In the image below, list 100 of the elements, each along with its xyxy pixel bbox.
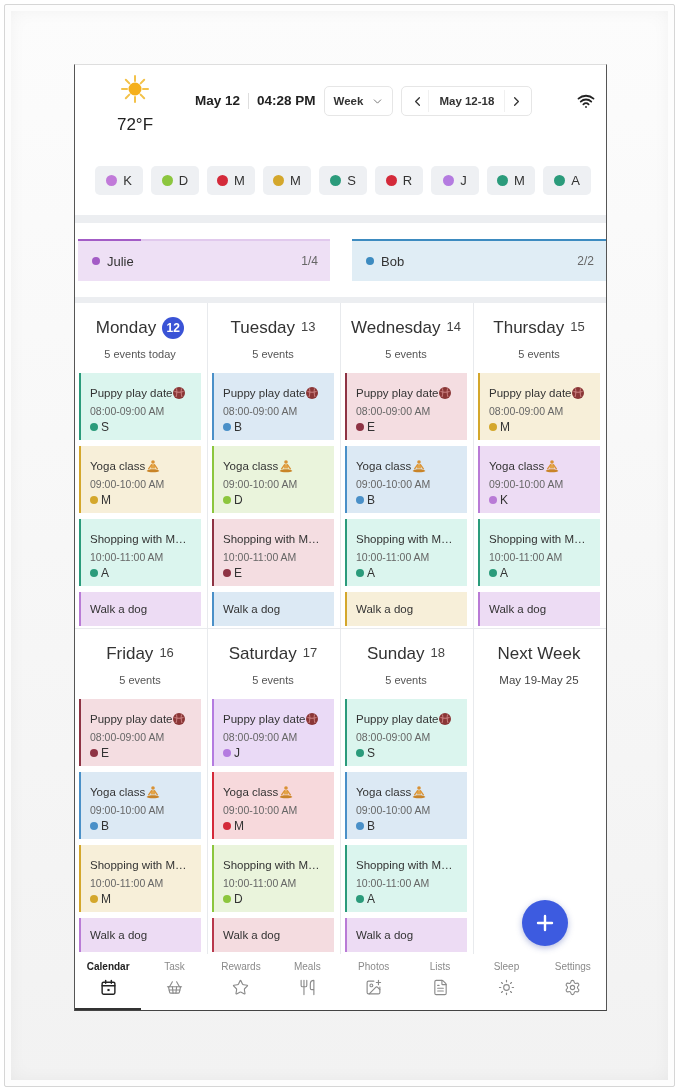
- basket-icon: [166, 979, 184, 996]
- event-card[interactable]: Yoga class 09:00-10:00 AM M: [79, 446, 201, 513]
- task-count: 1/4: [301, 254, 318, 268]
- event-card[interactable]: Puppy play date 08:00-09:00 AM S: [345, 699, 467, 766]
- event-card[interactable]: Puppy play date 08:00-09:00 AM E: [345, 373, 467, 440]
- nav-tab[interactable]: Calendar: [75, 954, 142, 1010]
- member-initial: M: [101, 891, 111, 907]
- event-card[interactable]: Shopping with M… 10:00-11:00 AM D: [212, 845, 334, 912]
- event-card[interactable]: Walk a dog: [212, 592, 334, 626]
- event-card[interactable]: Puppy play date 08:00-09:00 AM M: [478, 373, 600, 440]
- event-time: 10:00-11:00 AM: [90, 550, 165, 565]
- event-card[interactable]: Puppy play date 08:00-09:00 AM E: [79, 699, 201, 766]
- day-name: Sunday: [366, 644, 425, 664]
- event-title: Walk a dog: [489, 602, 547, 617]
- event-title: Shopping with M…: [223, 532, 320, 547]
- event-card[interactable]: Yoga class 09:00-10:00 AM B: [345, 446, 467, 513]
- member-chip[interactable]: M: [487, 166, 535, 195]
- member-chip[interactable]: K: [95, 166, 143, 195]
- event-card[interactable]: Yoga class 09:00-10:00 AM D: [212, 446, 334, 513]
- settings-icon: [564, 979, 582, 996]
- event-title: Puppy play date: [90, 386, 173, 401]
- nav-tab[interactable]: Sleep: [473, 954, 540, 1010]
- events-summary: 5 events: [384, 347, 428, 361]
- nav-tab[interactable]: Meals: [274, 954, 341, 1010]
- nav-tab[interactable]: Task: [141, 954, 208, 1010]
- member-chip[interactable]: M: [263, 166, 311, 195]
- event-card[interactable]: Walk a dog: [212, 918, 334, 952]
- event-card[interactable]: Shopping with M… 10:00-11:00 AM A: [478, 519, 600, 586]
- event-card[interactable]: Yoga class 09:00-10:00 AM M: [212, 772, 334, 839]
- member-chip[interactable]: S: [319, 166, 367, 195]
- events-summary: 5 events: [251, 673, 295, 687]
- event-title: Walk a dog: [223, 602, 281, 617]
- event-title: Puppy play date: [356, 386, 439, 401]
- temperature-text: 72°F: [116, 115, 154, 135]
- member-initial: A: [367, 565, 375, 581]
- meditating-person-icon: [279, 785, 294, 799]
- event-card[interactable]: Shopping with M… 10:00-11:00 AM A: [345, 519, 467, 586]
- event-title: Walk a dog: [356, 602, 414, 617]
- member-initial: A: [500, 565, 508, 581]
- next-week-range: May 19-May 25: [498, 673, 580, 687]
- events-summary: 5 events: [384, 673, 428, 687]
- task-progress-card[interactable]: Julie 1/4: [78, 239, 330, 281]
- date-number: 18: [430, 645, 446, 660]
- day-name: Wednesday: [351, 318, 441, 338]
- event-card[interactable]: Yoga class 09:00-10:00 AM K: [478, 446, 600, 513]
- member-chip[interactable]: D: [151, 166, 199, 195]
- event-time: 09:00-10:00 AM: [90, 477, 166, 492]
- task-progress-card[interactable]: Bob 2/2: [352, 239, 606, 281]
- event-card[interactable]: Shopping with M… 10:00-11:00 AM M: [79, 845, 201, 912]
- event-card[interactable]: Shopping with M… 10:00-11:00 AM A: [345, 845, 467, 912]
- member-initial: K: [500, 492, 508, 508]
- event-card[interactable]: Shopping with M… 10:00-11:00 AM A: [79, 519, 201, 586]
- add-event-button[interactable]: [522, 900, 568, 946]
- event-title: Shopping with M…: [356, 858, 453, 873]
- member-initial: B: [234, 419, 242, 435]
- member-chip[interactable]: A: [543, 166, 591, 195]
- day-name: Monday: [95, 318, 157, 338]
- member-initial: S: [367, 745, 375, 761]
- event-time: 08:00-09:00 AM: [90, 404, 166, 419]
- event-title: Puppy play date: [90, 712, 173, 727]
- event-card[interactable]: Walk a dog: [79, 592, 201, 626]
- nav-tab[interactable]: Photos: [340, 954, 407, 1010]
- meditating-person-icon: [279, 459, 294, 473]
- member-initial: B: [367, 818, 375, 834]
- nav-tab[interactable]: Lists: [406, 954, 474, 1010]
- member-initial: A: [101, 565, 109, 581]
- event-card[interactable]: Walk a dog: [345, 918, 467, 952]
- event-card[interactable]: Yoga class 09:00-10:00 AM B: [79, 772, 201, 839]
- event-card[interactable]: Puppy play date 08:00-09:00 AM S: [79, 373, 201, 440]
- member-chip[interactable]: M: [207, 166, 255, 195]
- event-title: Yoga class: [489, 459, 545, 474]
- event-title: Walk a dog: [90, 602, 148, 617]
- member-chip[interactable]: J: [431, 166, 479, 195]
- image-plus-icon: [365, 979, 383, 996]
- event-time: 10:00-11:00 AM: [356, 550, 431, 565]
- event-title: Yoga class: [356, 459, 412, 474]
- event-title: Yoga class: [90, 459, 146, 474]
- meditating-person-icon: [146, 785, 161, 799]
- member-initial: J: [234, 745, 240, 761]
- event-card[interactable]: Walk a dog: [345, 592, 467, 626]
- event-time: 08:00-09:00 AM: [223, 404, 299, 419]
- date-number: 15: [570, 319, 585, 334]
- event-card[interactable]: Puppy play date 08:00-09:00 AM B: [212, 373, 334, 440]
- member-initial: M: [234, 818, 244, 834]
- event-card[interactable]: Shopping with M… 10:00-11:00 AM E: [212, 519, 334, 586]
- event-card[interactable]: Walk a dog: [79, 918, 201, 952]
- event-title: Walk a dog: [356, 928, 414, 943]
- event-card[interactable]: Puppy play date 08:00-09:00 AM J: [212, 699, 334, 766]
- view-dropdown[interactable]: Week: [323, 86, 394, 116]
- nav-tab[interactable]: Settings: [539, 954, 606, 1010]
- date-number: 14: [446, 319, 461, 334]
- event-title: Shopping with M…: [90, 858, 187, 873]
- day-name: Tuesday: [230, 318, 296, 338]
- event-card[interactable]: Yoga class 09:00-10:00 AM B: [345, 772, 467, 839]
- event-card[interactable]: Walk a dog: [478, 592, 600, 626]
- date-text: May 12: [195, 92, 241, 110]
- event-time: 10:00-11:00 AM: [489, 550, 564, 565]
- member-chip[interactable]: R: [375, 166, 423, 195]
- nav-tab[interactable]: Rewards: [207, 954, 275, 1010]
- event-title: Shopping with M…: [223, 858, 320, 873]
